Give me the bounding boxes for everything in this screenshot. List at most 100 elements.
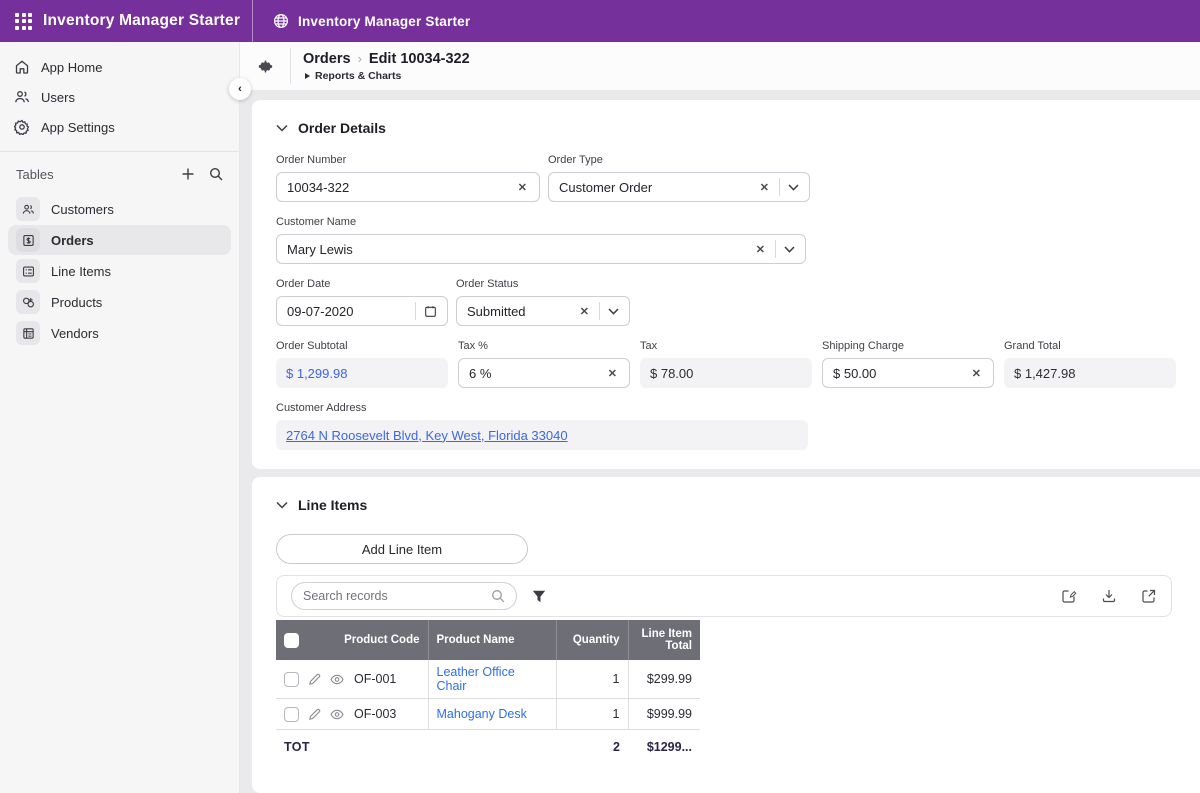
customers-table-icon [16, 197, 40, 221]
customer-address-value: 2764 N Roosevelt Blvd, Key West, Florida… [276, 420, 808, 450]
tax-field: Tax $ 78.00 [640, 340, 812, 388]
row-checkbox[interactable] [284, 707, 299, 722]
field-label: Tax % [458, 340, 630, 352]
tax-percent-value[interactable] [469, 366, 606, 381]
breadcrumb-parent[interactable]: Orders [303, 51, 351, 67]
order-subtotal-field: Order Subtotal $ 1,299.98 [276, 340, 448, 388]
column-header-product-code: Product Code [299, 633, 420, 647]
shipping-charge-value[interactable] [833, 366, 970, 381]
edit-row-icon[interactable] [308, 708, 321, 721]
caret-right-icon [305, 73, 310, 79]
reports-charts-label: Reports & Charts [315, 70, 401, 82]
chevron-down-icon[interactable] [788, 184, 799, 191]
field-label: Tax [640, 340, 812, 352]
sidebar-item-app-home[interactable]: App Home [0, 52, 239, 82]
download-icon[interactable] [1101, 588, 1117, 604]
chevron-down-icon[interactable] [784, 246, 795, 253]
breadcrumb-bar: Orders › Edit 10034-322 Reports & Charts [240, 42, 1200, 90]
product-name-link[interactable]: Mahogany Desk [437, 707, 527, 721]
open-in-new-icon[interactable] [1141, 588, 1157, 604]
line-items-table: Product Code Product Name Quantity Line … [276, 620, 700, 764]
customer-name-select[interactable]: ✕ [276, 234, 806, 264]
add-line-item-button[interactable]: Add Line Item [276, 534, 528, 564]
line-items-toolbar [276, 575, 1172, 617]
form-settings-gear-icon[interactable] [240, 58, 290, 75]
reports-charts-toggle[interactable]: Reports & Charts [305, 70, 470, 82]
shipping-charge-input[interactable]: ✕ [822, 358, 994, 388]
app-grid-icon[interactable] [15, 13, 32, 30]
customer-name-value[interactable] [287, 242, 754, 257]
view-row-icon[interactable] [330, 674, 344, 685]
add-table-icon[interactable] [181, 167, 195, 181]
field-label: Order Date [276, 278, 448, 290]
order-status-field: Order Status ✕ [456, 278, 630, 326]
search-tables-icon[interactable] [209, 167, 223, 181]
order-status-value[interactable] [467, 304, 578, 319]
order-type-field: Order Type ✕ [548, 154, 810, 202]
sidebar-table-products[interactable]: Products [8, 287, 231, 317]
row-checkbox[interactable] [284, 672, 299, 687]
order-number-value[interactable] [287, 180, 516, 195]
table-row: OF-001 Leather Office Chair 1 $299.99 [276, 660, 700, 699]
edit-row-icon[interactable] [308, 673, 321, 686]
sidebar-collapse-button[interactable]: ‹ [229, 78, 251, 100]
select-all-checkbox[interactable] [284, 633, 299, 648]
search-records-box[interactable] [291, 582, 517, 610]
clear-icon[interactable]: ✕ [606, 367, 619, 380]
order-number-input[interactable]: ✕ [276, 172, 540, 202]
order-type-value[interactable] [559, 180, 758, 195]
clear-icon[interactable]: ✕ [758, 181, 771, 194]
top-bar: Inventory Manager Starter Inventory Mana… [0, 0, 1200, 42]
sidebar-table-label: Vendors [51, 326, 99, 341]
section-title: Order Details [298, 120, 386, 136]
filter-icon[interactable] [532, 590, 546, 603]
quantity-value: 1 [556, 660, 628, 699]
home-icon [14, 59, 30, 75]
order-status-select[interactable]: ✕ [456, 296, 630, 326]
line-item-total-value: $299.99 [628, 660, 700, 699]
sidebar-table-line-items[interactable]: Line Items [8, 256, 231, 286]
calendar-icon[interactable] [424, 305, 437, 318]
orders-table-icon [16, 228, 40, 252]
line-items-section-toggle[interactable]: Line Items [276, 491, 1176, 517]
window-title: Inventory Manager Starter [298, 14, 470, 29]
table-row: OF-003 Mahogany Desk 1 $999.99 [276, 699, 700, 730]
order-type-select[interactable]: ✕ [548, 172, 810, 202]
app-title: Inventory Manager Starter [43, 12, 240, 30]
order-date-input[interactable] [276, 296, 448, 326]
sidebar-table-orders[interactable]: Orders [8, 225, 231, 255]
clear-icon[interactable]: ✕ [578, 305, 591, 318]
sidebar-table-label: Customers [51, 202, 114, 217]
sidebar-table-vendors[interactable]: Vendors [8, 318, 231, 348]
order-details-card: Order Details Order Number ✕ Order Type [252, 100, 1200, 469]
order-details-section-toggle[interactable]: Order Details [276, 114, 1176, 140]
edit-record-icon[interactable] [1061, 588, 1077, 604]
search-records-input[interactable] [303, 589, 483, 603]
sidebar-item-label: App Settings [41, 120, 115, 135]
sidebar-table-customers[interactable]: Customers [8, 194, 231, 224]
product-code: OF-003 [354, 707, 396, 721]
field-label: Customer Address [276, 402, 808, 414]
breadcrumb: Orders › Edit 10034-322 Reports & Charts [291, 51, 470, 82]
sidebar-item-label: App Home [41, 60, 102, 75]
clear-icon[interactable]: ✕ [754, 243, 767, 256]
clear-icon[interactable]: ✕ [516, 181, 529, 194]
customer-address-link[interactable]: 2764 N Roosevelt Blvd, Key West, Florida… [286, 428, 568, 443]
tax-percent-field: Tax % ✕ [458, 340, 630, 388]
view-row-icon[interactable] [330, 709, 344, 720]
sidebar-item-app-settings[interactable]: App Settings [0, 112, 239, 142]
chevron-down-icon [276, 124, 288, 132]
quantity-value: 1 [556, 699, 628, 730]
tax-percent-input[interactable]: ✕ [458, 358, 630, 388]
chevron-down-icon[interactable] [608, 308, 619, 315]
sidebar-item-users[interactable]: Users [0, 82, 239, 112]
order-date-value[interactable] [287, 304, 407, 319]
line-item-total-value: $999.99 [628, 699, 700, 730]
clear-icon[interactable]: ✕ [970, 367, 983, 380]
order-date-field: Order Date [276, 278, 448, 326]
settings-gear-icon [14, 119, 30, 135]
sidebar-item-label: Users [41, 90, 75, 105]
product-name-link[interactable]: Leather Office Chair [437, 665, 515, 693]
grand-total-value: $ 1,427.98 [1004, 358, 1176, 388]
order-subtotal-value: $ 1,299.98 [276, 358, 448, 388]
